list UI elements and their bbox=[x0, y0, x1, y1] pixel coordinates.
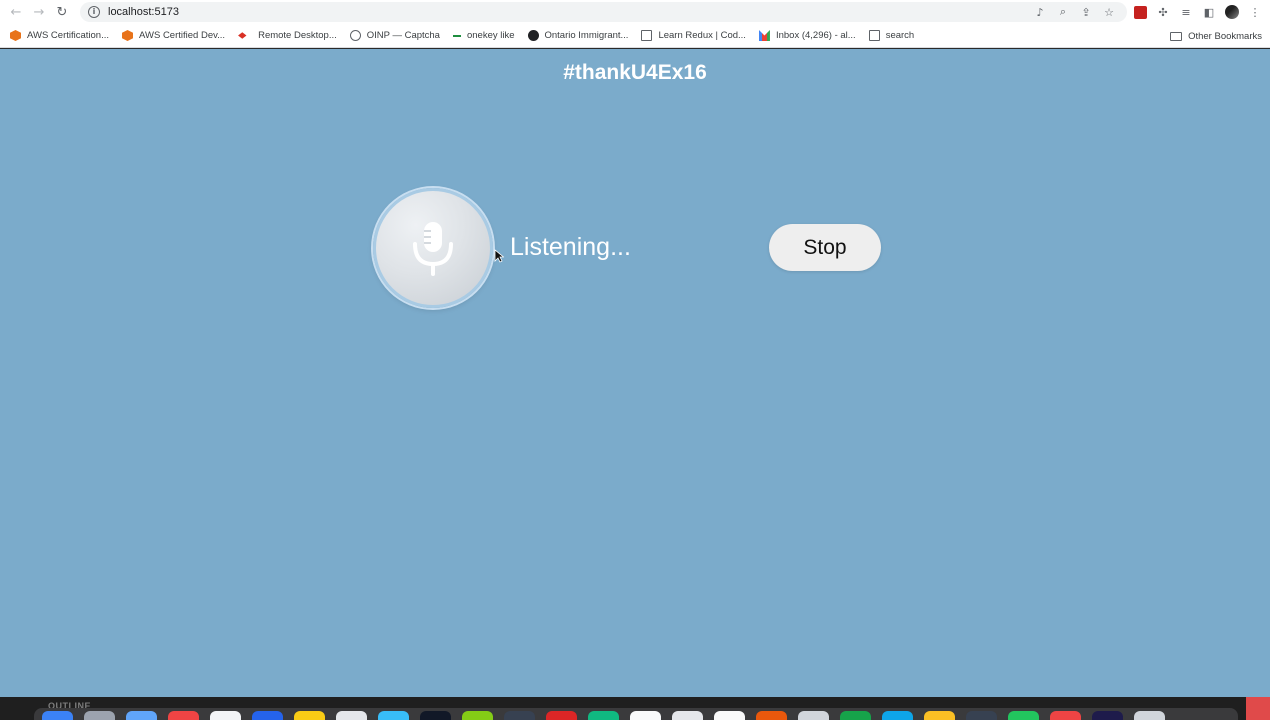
address-bar-actions: ♪ ⌕ ⇪ ☆ bbox=[1034, 2, 1115, 22]
aws-icon bbox=[122, 30, 134, 41]
mic-button[interactable] bbox=[373, 188, 493, 308]
dock-app-icon[interactable] bbox=[798, 711, 829, 720]
extension-icon[interactable] bbox=[1134, 5, 1147, 19]
bookmark-remote-desktop[interactable]: Remote Desktop... bbox=[238, 30, 337, 41]
puzzle-extensions-icon[interactable]: ✣ bbox=[1156, 6, 1170, 19]
dock-app-icon[interactable] bbox=[924, 711, 955, 720]
bookmark-ontario-immigrant[interactable]: Ontario Immigrant... bbox=[527, 30, 628, 41]
dock-app-icon[interactable] bbox=[966, 711, 997, 720]
back-icon[interactable]: ← bbox=[6, 2, 26, 22]
reload-icon[interactable]: ↻ bbox=[52, 2, 72, 22]
dock-app-icon[interactable] bbox=[252, 711, 283, 720]
dock-app-icon[interactable] bbox=[1092, 711, 1123, 720]
folder-icon bbox=[1170, 31, 1183, 41]
remote-desktop-icon bbox=[238, 32, 247, 39]
bookmark-onekey-like[interactable]: onekey like bbox=[452, 30, 515, 41]
url-text[interactable]: localhost:5173 bbox=[108, 6, 179, 18]
dock-app-icon[interactable] bbox=[420, 711, 451, 720]
app-page: #thankU4Ex16 Listening... Stop bbox=[0, 49, 1270, 697]
gmail-icon bbox=[758, 30, 770, 41]
side-panel-icon[interactable]: ◧ bbox=[1202, 6, 1216, 19]
bookmark-search[interactable]: search bbox=[868, 30, 914, 41]
dock-app-icon[interactable] bbox=[1008, 711, 1039, 720]
browser-toolbar: ← → ↻ i localhost:5173 ♪ ⌕ ⇪ ☆ ✣ ≡ ◧ ⋮ bbox=[0, 0, 1270, 24]
stop-button[interactable]: Stop bbox=[769, 224, 881, 271]
dock-app-icon[interactable] bbox=[756, 711, 787, 720]
bookmark-aws-certified-dev[interactable]: AWS Certified Dev... bbox=[122, 30, 225, 41]
dock-app-icon[interactable] bbox=[1050, 711, 1081, 720]
forward-icon[interactable]: → bbox=[29, 2, 49, 22]
other-bookmarks[interactable]: Other Bookmarks bbox=[1170, 24, 1262, 48]
os-dock bbox=[34, 708, 1238, 720]
mouse-cursor-icon bbox=[494, 249, 504, 263]
page-title: #thankU4Ex16 bbox=[563, 61, 707, 84]
browser-actions: ✣ ≡ ◧ ⋮ bbox=[1134, 0, 1262, 24]
globe-icon bbox=[349, 30, 361, 41]
share-icon[interactable]: ⇪ bbox=[1080, 6, 1092, 19]
dock-app-icon[interactable] bbox=[882, 711, 913, 720]
doc-icon bbox=[641, 30, 653, 41]
address-bar[interactable]: i localhost:5173 ♪ ⌕ ⇪ ☆ bbox=[80, 2, 1127, 22]
dock-app-icon[interactable] bbox=[840, 711, 871, 720]
listening-status: Listening... bbox=[510, 233, 631, 261]
profile-avatar[interactable] bbox=[1225, 5, 1239, 19]
dock-app-icon[interactable] bbox=[378, 711, 409, 720]
bookmark-star-icon[interactable]: ☆ bbox=[1103, 6, 1115, 19]
dock-app-icon[interactable] bbox=[714, 711, 745, 720]
page-icon bbox=[868, 30, 880, 41]
bookmark-learn-redux[interactable]: Learn Redux | Cod... bbox=[641, 30, 746, 41]
dock-app-icon[interactable] bbox=[462, 711, 493, 720]
dock-app-icon[interactable] bbox=[546, 711, 577, 720]
dock-app-icon[interactable] bbox=[1134, 711, 1165, 720]
site-info-icon[interactable]: i bbox=[88, 6, 100, 18]
dock-app-icon[interactable] bbox=[84, 711, 115, 720]
microphone-search-icon[interactable]: ♪ bbox=[1034, 6, 1046, 19]
aws-icon bbox=[10, 30, 21, 41]
bookmark-oinp-captcha[interactable]: OINP — Captcha bbox=[349, 30, 440, 41]
zoom-icon[interactable]: ⌕ bbox=[1057, 5, 1069, 19]
corner-window bbox=[1246, 697, 1270, 720]
shield-icon bbox=[527, 30, 539, 41]
dock-app-icon[interactable] bbox=[294, 711, 325, 720]
bookmarks-bar: AWS Certification... AWS Certified Dev..… bbox=[0, 24, 1270, 48]
dock-app-icon[interactable] bbox=[672, 711, 703, 720]
dock-app-icon[interactable] bbox=[336, 711, 367, 720]
reading-list-icon[interactable]: ≡ bbox=[1179, 6, 1193, 19]
dock-app-icon[interactable] bbox=[588, 711, 619, 720]
dock-app-icon[interactable] bbox=[210, 711, 241, 720]
bookmark-inbox[interactable]: Inbox (4,296) - al... bbox=[758, 30, 856, 41]
dock-app-icon[interactable] bbox=[504, 711, 535, 720]
menu-kebab-icon[interactable]: ⋮ bbox=[1248, 6, 1262, 19]
dock-app-icon[interactable] bbox=[42, 711, 73, 720]
bookmark-aws-certification[interactable]: AWS Certification... bbox=[10, 30, 109, 41]
microphone-icon bbox=[413, 222, 453, 276]
dock-app-icon[interactable] bbox=[168, 711, 199, 720]
dash-icon bbox=[452, 34, 461, 37]
dock-app-icon[interactable] bbox=[126, 711, 157, 720]
dock-app-icon[interactable] bbox=[630, 711, 661, 720]
